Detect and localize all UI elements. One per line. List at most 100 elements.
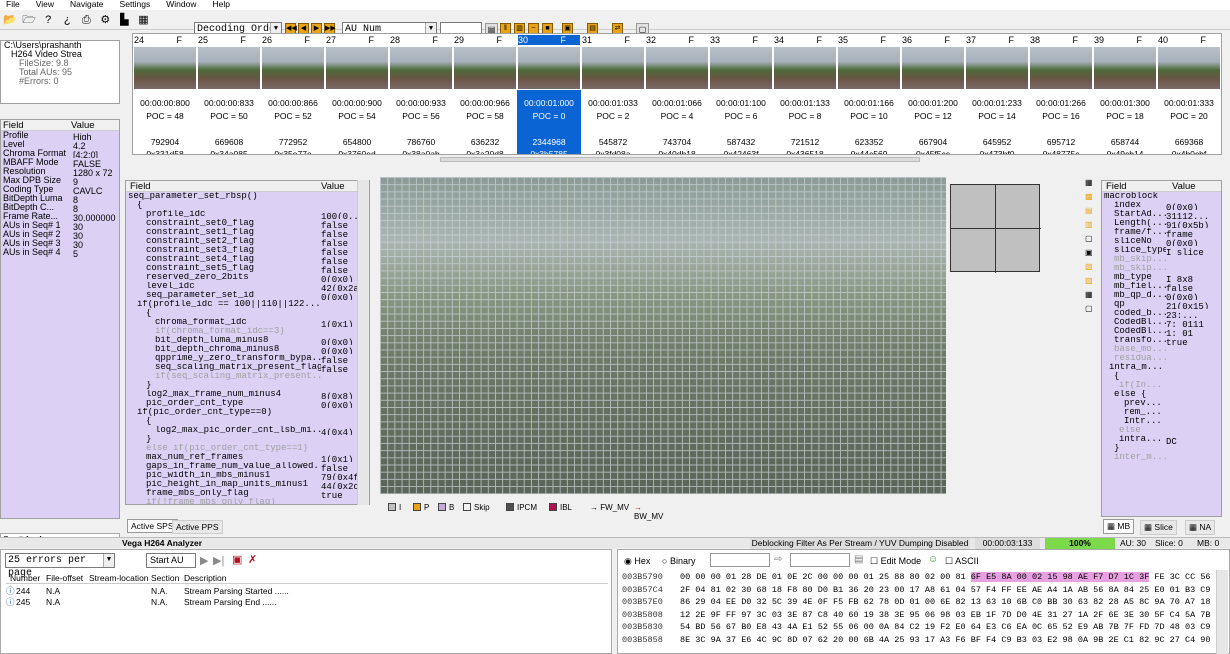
sps-field-row[interactable]: constraint_set1_flag false [126,228,369,237]
tab-slice[interactable]: ▦ Slice [1140,520,1177,535]
sps-field-row[interactable]: constraint_set4_flag false [126,255,369,264]
sps-field-row[interactable]: else if(pic_order_cnt_type==1) [126,444,369,453]
seq-prop-row[interactable]: Frame Rate... 30.000000 [1,212,119,221]
go-icon[interactable]: ⇨ [774,554,782,565]
binary-radio[interactable]: ○ Binary [662,556,695,566]
sps-field-row[interactable]: qpprime_y_zero_transform_bypa...false [126,354,369,363]
sps-field-row[interactable]: if(!frame_mbs_only_flag) [126,498,369,504]
sps-field-row[interactable]: if(seq_scaling_matrix_present... [126,372,369,381]
thumbnail-scrollbar[interactable] [440,157,920,162]
mb-field-row[interactable]: mb_skip... [1102,264,1221,273]
view-mode-icon-5[interactable]: ▢ [1085,234,1093,243]
sps-scrollbar[interactable] [357,180,369,505]
frame-thumbnail[interactable]: 26 F 00:00:00:866 POC = 52 772952 0x35e77e [261,34,325,154]
sps-field-row[interactable]: pic_height_in_map_units_minus1 44(0x2c [126,480,369,489]
mb-field-row[interactable]: Intr... [1102,417,1221,426]
mb-field-row[interactable]: macroblock [1102,192,1221,201]
menu-item-window[interactable]: Window [166,0,196,9]
mb-field-row[interactable]: mb_qp_d...0(0x0) [1102,291,1221,300]
tab-active-sps[interactable]: Active SPS [127,519,178,533]
menu-item-settings[interactable]: Settings [120,0,151,9]
seq-prop-row[interactable]: AUs in Seq# 4 5 [1,248,119,257]
stream-tree-item[interactable]: C:\Users\prashanth [1,41,119,50]
frame-thumbnail[interactable]: 32 F 00:00:01:066 POC = 4 743704 0x40db18 [645,34,709,154]
tab-na[interactable]: ▦ NA [1185,520,1216,535]
frame-thumbnail[interactable]: 25 F 00:00:00:833 POC = 50 669608 0x34a085 [197,34,261,154]
error-row[interactable]: ⓘ 244 N.A N.A. Stream Parsing Started ...... [6,586,608,597]
mb-field-row[interactable]: frame/f...frame [1102,228,1221,237]
hex-row[interactable]: 003B57E0 86 29 04 EE D0 32 5C 39 4E 0F F5… [622,596,1230,609]
seq-prop-row[interactable]: BitDepth Luma 8 [1,194,119,203]
seq-prop-row[interactable]: BitDepth C... 8 [1,203,119,212]
edit-mode-checkbox[interactable]: ☐ Edit Mode [870,556,921,567]
view-mode-icon-10[interactable]: ▢ [1085,304,1093,313]
frame-thumbnail[interactable]: 40 F 00:00:01:333 POC = 20 669368 0x4b0cbf [1157,34,1221,154]
menu-item-help[interactable]: Help [213,0,230,9]
sps-field-row[interactable]: chroma_format_idc 1(0x1) [126,318,369,327]
sps-field-row[interactable]: frame_mbs_only_flag true [126,489,369,498]
sps-field-row[interactable]: bit_depth_chroma_minus8 0(0x0) [126,345,369,354]
mb-field-row[interactable]: coded_b...23:... [1102,309,1221,318]
seq-prop-row[interactable]: Max DPB Size 9 [1,176,119,185]
mb-field-row[interactable]: mb_fiel...false [1102,282,1221,291]
mb-field-row[interactable]: mb_skip... [1102,255,1221,264]
tab-active-pps[interactable]: Active PPS [172,520,223,534]
mb-field-row[interactable]: else [1102,426,1221,435]
sps-field-row[interactable]: max_num_ref_frames 1(0x1) [126,453,369,462]
frame-thumbnail[interactable]: 35 F 00:00:01:166 POC = 10 623352 0x44c569 [837,34,901,154]
frame-thumbnail[interactable]: 31 F 00:00:01:033 POC = 2 545872 0x3fd08a [581,34,645,154]
whats-this-icon[interactable]: ¿ [60,13,74,27]
mb-field-row[interactable]: intra... DC [1102,435,1221,444]
menu-item-file[interactable]: File [6,0,20,9]
stream-tree-item[interactable]: H264 Video Strea [1,50,119,59]
sps-field-row[interactable]: constraint_set2_flag false [126,237,369,246]
sps-field-row[interactable]: pic_order_cnt_type 0(0x0) [126,399,369,408]
mb-field-row[interactable]: qp 21(0x15) [1102,300,1221,309]
mb-field-row[interactable]: if(In... [1102,381,1221,390]
hex-radio[interactable]: ◉ Hex [624,556,650,567]
frame-thumbnail[interactable]: 27 F 00:00:00:900 POC = 54 654800 0x3760ed [325,34,389,154]
mb-field-row[interactable]: residua... [1102,354,1221,363]
view-mode-icon-9[interactable]: ▦ [1085,290,1093,299]
frame-macroblock-view[interactable] [380,177,946,494]
sps-field-row[interactable]: if(profile_idc == 100||110||122... [126,300,369,309]
sps-field-row[interactable]: seq_parameter_set_id 0(0x0) [126,291,369,300]
mb-field-row[interactable]: transfo...true [1102,336,1221,345]
hex-scrollbar[interactable] [1216,570,1228,654]
frame-thumbnail[interactable]: 28 F 00:00:00:933 POC = 56 786760 0x38a0ab [389,34,453,154]
find-input[interactable] [790,553,850,567]
seq-prop-row[interactable]: AUs in Seq# 2 30 [1,230,119,239]
offset-input[interactable] [710,553,770,567]
frame-thumbnail[interactable]: 30 F 00:00:01:000 POC = 0 2344968 0x3b5785 [517,34,581,154]
open-file-icon[interactable]: 📂 [3,13,17,27]
hex-row[interactable]: 003B57C4 2F 04 81 02 30 68 18 F8 80 D0 B1… [622,584,1230,597]
hex-row[interactable]: 003B5858 8E 3C 9A 37 E6 4C 9C 8D 07 62 20… [622,634,1230,647]
frame-thumbnail[interactable]: 38 F 00:00:01:266 POC = 16 695712 0x48775c [1029,34,1093,154]
sps-field-row[interactable]: seq_parameter_set_rbsp() [126,192,369,201]
sps-field-row[interactable]: constraint_set3_flag false [126,246,369,255]
frame-thumbnail[interactable]: 33 F 00:00:01:100 POC = 6 587432 0x42463f [709,34,773,154]
frame-thumbnail[interactable]: 29 F 00:00:00:966 POC = 58 636232 0x3a20d8 [453,34,517,154]
stream-tree-item[interactable]: FileSize: 9.8 [1,59,119,68]
ascii-checkbox[interactable]: ☐ ASCII [945,556,979,567]
view-mode-icon-3[interactable]: ▤ [1085,206,1093,215]
start-au-input[interactable]: Start AU [146,553,196,568]
grid-icon[interactable]: ▦ [136,13,150,27]
view-mode-icon-8[interactable]: ▨ [1085,276,1093,285]
menu-item-view[interactable]: View [36,0,54,9]
menu-item-navigate[interactable]: Navigate [70,0,104,9]
view-mode-icon-6[interactable]: ▣ [1085,248,1093,257]
mb-field-row[interactable]: sliceNo 0(0x0) [1102,237,1221,246]
sps-field-row[interactable]: reserved_zero_2bits 0(0x0) [126,273,369,282]
seq-prop-row[interactable]: Coding Type CAVLC [1,185,119,194]
sps-field-row[interactable]: constraint_set5_flag false [126,264,369,273]
mb-field-row[interactable]: base_mo... [1102,345,1221,354]
last-page-icon[interactable]: ▶| [213,554,224,567]
sps-field-row[interactable]: log2_max_pic_order_cnt_lsb_mi...4(0x4) [126,426,369,435]
mb-field-row[interactable]: index 0(0x0) [1102,201,1221,210]
save-icon[interactable]: ▤ [854,554,863,565]
mb-field-row[interactable]: else { [1102,390,1221,399]
sps-field-row[interactable]: } [126,435,369,444]
view-mode-icon-1[interactable]: ▦ [1085,178,1093,187]
sps-field-row[interactable]: constraint_set0_flag false [126,219,369,228]
